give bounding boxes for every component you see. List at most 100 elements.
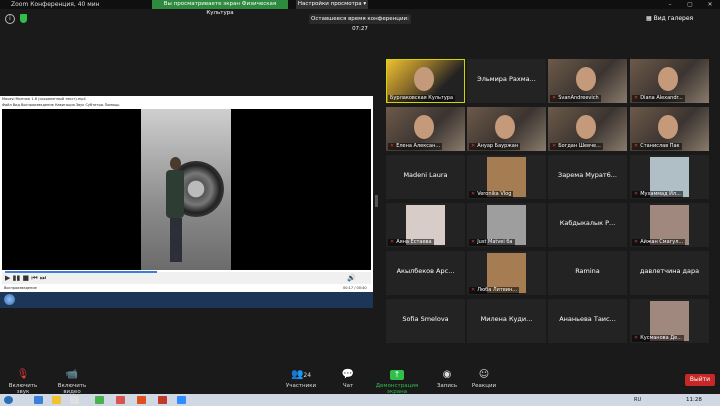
participants-label: Участники: [285, 383, 317, 389]
reactions-button[interactable]: ☺ Реакции: [470, 369, 498, 390]
language-indicator[interactable]: RU: [634, 397, 641, 403]
participant-tile[interactable]: ✕ Елена Алексан...: [386, 107, 465, 151]
close-button[interactable]: ✕: [702, 0, 718, 9]
participant-label: ✕ Just Matvei ба: [469, 239, 515, 246]
player-status: Воспроизведение: [4, 286, 37, 290]
participant-tile[interactable]: Sofia Smelova: [386, 299, 465, 343]
unmute-button[interactable]: 🎙 Включить звук: [4, 370, 42, 396]
participant-video: [414, 67, 434, 91]
maximize-button[interactable]: ▢: [682, 0, 698, 9]
media-icon[interactable]: [70, 396, 79, 404]
chrome-icon[interactable]: [95, 396, 104, 404]
participant-tile[interactable]: ✕ Ануар Бауржан: [467, 107, 546, 151]
mic-muted-icon: ✕: [634, 191, 639, 197]
participant-tile[interactable]: Ананьева Таис...: [548, 299, 627, 343]
person-legs: [170, 218, 182, 262]
os-clock: 11:28: [686, 397, 702, 403]
participant-tile[interactable]: Акылбеков Арс...: [386, 251, 465, 295]
record-label: Запись: [436, 383, 458, 389]
participant-tile[interactable]: ✕ Богдан Шевче...: [548, 107, 627, 151]
participant-tile[interactable]: Кабдыкалык Р...: [548, 203, 627, 247]
participant-video: [576, 67, 596, 91]
participant-label: ✕ Айжан Смагул...: [632, 239, 686, 246]
mic-muted-icon: ✕: [471, 191, 476, 197]
participant-tile[interactable]: ✕ Veronika Vlog: [467, 155, 546, 199]
participant-label: ✕ Diana Alexandr...: [632, 95, 685, 102]
participant-tile[interactable]: ✕ Кусманова Де...: [630, 299, 709, 343]
participant-label: ✕ Люба Литвин...: [469, 287, 520, 294]
mic-muted-icon: ✕: [471, 239, 476, 245]
participant-tile[interactable]: ✕ Айжан Смагул...: [630, 203, 709, 247]
participant-name: Sofia Smelova: [402, 315, 449, 323]
participant-tile[interactable]: ✕ Just Matvei ба: [467, 203, 546, 247]
participant-tile[interactable]: ✕ SvanAndreevich: [548, 59, 627, 103]
mic-muted-icon: ✕: [634, 239, 639, 245]
screen-share-banner: Вы просматриваете экран Физическая Культ…: [152, 0, 288, 16]
shared-menu-bar: Файл Вид Воспроизведение Навигация Звук …: [2, 103, 120, 107]
info-icon[interactable]: i: [5, 14, 15, 24]
chat-icon: 💬: [341, 369, 355, 380]
participant-tile[interactable]: ✕ Станислав Пак: [630, 107, 709, 151]
player-controls[interactable]: ▶ ▮▮ ■ ⏮ ⏭ 🔊: [2, 272, 371, 284]
record-button[interactable]: ◉ Запись: [434, 370, 460, 390]
mic-muted-icon: ✕: [390, 239, 395, 245]
participant-label-text: Бурлаковская Культура: [390, 95, 454, 101]
splitter-handle[interactable]: [375, 195, 378, 207]
shield-icon[interactable]: [20, 14, 27, 23]
os-taskbar: [0, 394, 720, 406]
pdf-icon[interactable]: [116, 396, 125, 404]
app-icon[interactable]: [158, 396, 167, 404]
zoom-icon[interactable]: [177, 396, 186, 404]
seek-bar[interactable]: [5, 271, 158, 273]
participant-label: ✕ Ануар Бауржан: [469, 143, 521, 150]
participant-tile[interactable]: Бурлаковская Культура: [386, 59, 465, 103]
participant-tile[interactable]: Эльмира Рахма...: [467, 59, 546, 103]
participant-label-text: Люба Литвин...: [477, 287, 518, 293]
participant-tile[interactable]: ✕ Diana Alexandr...: [630, 59, 709, 103]
participant-tile[interactable]: ✕ Аяна Естаева: [386, 203, 465, 247]
participant-tile[interactable]: ✕ Люба Литвин...: [467, 251, 546, 295]
shared-window-title: Movavi Монтаж 1.6 (сохраненный текст).mp…: [2, 97, 86, 101]
folder-icon[interactable]: [52, 396, 61, 404]
participant-label-text: Айжан Смагул...: [640, 239, 684, 245]
participant-name: давлетчина дара: [639, 267, 700, 275]
gallery-view-button[interactable]: ▦ Вид галерея: [646, 14, 716, 24]
reactions-icon: ☺: [478, 369, 490, 380]
participant-name: Madeni Laura: [403, 171, 448, 179]
participant-tile[interactable]: Зарема Мурат6...: [548, 155, 627, 199]
participant-tile[interactable]: Милена Куди...: [467, 299, 546, 343]
participant-name: Зарема Мурат6...: [558, 171, 617, 179]
participant-label: ✕ SvanAndreevich: [550, 95, 601, 102]
participants-icon: 👥24: [290, 369, 312, 380]
minimize-button[interactable]: –: [662, 0, 678, 9]
start-icon: [4, 294, 15, 305]
share-screen-button[interactable]: ↑ Демонстрация экрана: [367, 370, 427, 395]
chat-button[interactable]: 💬 Чат: [336, 369, 360, 390]
mic-muted-icon: ✕: [552, 95, 557, 101]
meeting-toolbar: [0, 365, 720, 395]
volume-icon[interactable]: 🔊: [347, 274, 356, 282]
mic-muted-icon: ✕: [390, 143, 395, 149]
mic-muted-icon: ✕: [552, 143, 557, 149]
play-icon[interactable]: ▶ ▮▮ ■ ⏮ ⏭: [5, 274, 46, 283]
start-video-button[interactable]: 📹 Включить видео: [50, 370, 94, 396]
participant-tile[interactable]: давлетчина дара: [630, 251, 709, 295]
participant-video: [495, 115, 515, 139]
participant-label-text: Just Matvei ба: [477, 239, 513, 245]
leave-button[interactable]: Выйти: [685, 374, 715, 386]
mic-muted-icon: ✕: [471, 143, 476, 149]
participant-label: ✕ Кусманова Де...: [632, 335, 684, 342]
participant-name: Кабдыкалык Р...: [559, 219, 616, 227]
participant-name: Милена Куди...: [480, 315, 533, 323]
office-icon[interactable]: [137, 396, 146, 404]
participant-tile[interactable]: ✕ Мухаммад Ил...: [630, 155, 709, 199]
participant-label: ✕ Veronika Vlog: [469, 191, 514, 198]
participant-label-text: SvanAndreevich: [558, 95, 599, 101]
view-options-button[interactable]: Настройки просмотра ▾: [296, 0, 368, 9]
participant-tile[interactable]: Ramina: [548, 251, 627, 295]
participant-tile[interactable]: Madeni Laura: [386, 155, 465, 199]
participants-button[interactable]: 👥24 Участники: [283, 369, 319, 390]
windows-start-icon[interactable]: [4, 396, 13, 404]
participant-name: Ананьева Таис...: [559, 315, 616, 323]
ie-icon[interactable]: [34, 396, 43, 404]
